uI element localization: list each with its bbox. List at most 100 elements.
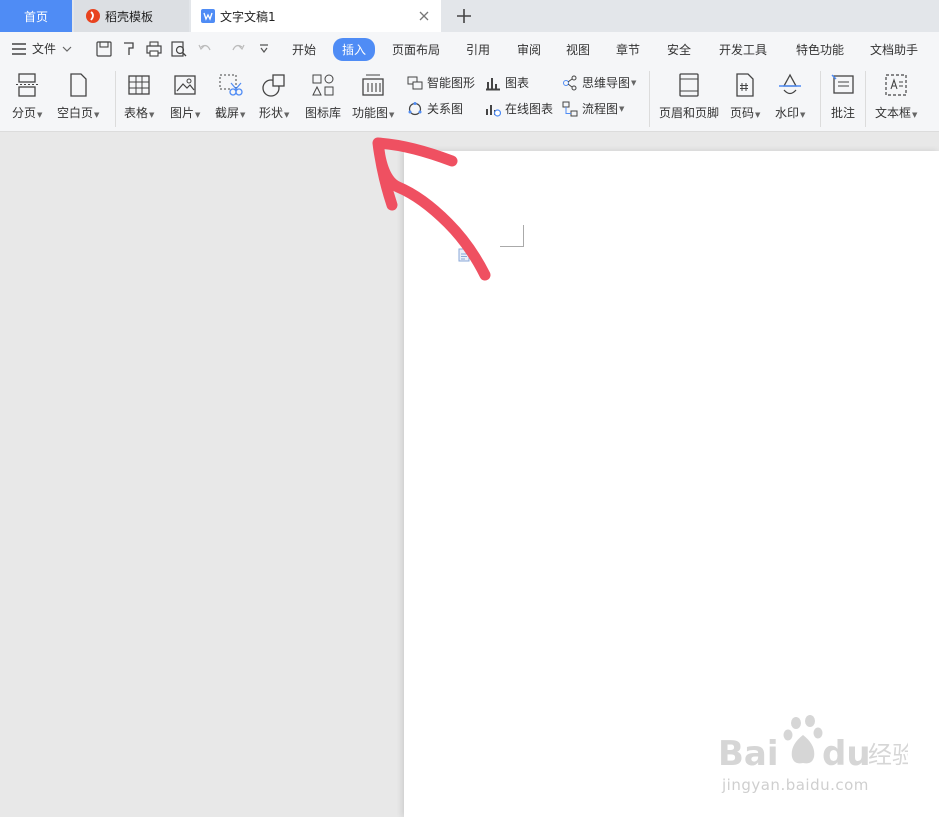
close-icon[interactable]	[417, 9, 431, 23]
smart-art-button[interactable]: 智能图形	[407, 74, 475, 91]
flowchart-label: 流程图	[582, 102, 619, 116]
tab-document[interactable]: 文字文稿1	[191, 0, 441, 32]
flowchart-icon	[562, 101, 578, 116]
menu-start[interactable]: 开始	[292, 41, 316, 58]
tab-daoke-label: 稻壳模板	[105, 9, 154, 24]
comment-label: 批注	[830, 106, 855, 120]
smart-art-label: 智能图形	[427, 76, 476, 90]
svg-text:du: du	[822, 734, 871, 774]
new-tab-plus-icon[interactable]	[453, 5, 475, 27]
online-chart-button[interactable]: 在线图表	[485, 100, 553, 117]
relationship-chart-label: 关系图	[427, 102, 464, 116]
file-menu[interactable]: 文件	[12, 40, 72, 57]
picture-label: 图片	[170, 106, 195, 120]
chevron-down-icon	[62, 46, 72, 52]
blank-page-icon	[70, 73, 87, 97]
print-icon[interactable]	[145, 40, 163, 58]
comment-button[interactable]: 批注	[830, 72, 856, 121]
page-break-icon	[16, 73, 39, 97]
menu-insert[interactable]: 插入	[333, 38, 376, 61]
blank-page-button[interactable]: 空白页▼	[57, 72, 99, 121]
header-footer-label: 页眉和页脚	[659, 106, 720, 120]
ribbon-divider	[820, 71, 821, 127]
bar-chart-icon	[486, 77, 500, 90]
menu-doc-assistant[interactable]: 文档助手	[870, 41, 918, 58]
shapes-label: 形状	[259, 106, 284, 120]
icon-library-button[interactable]: 图标库	[305, 72, 341, 121]
picture-button[interactable]: 图片▼	[170, 72, 200, 121]
watermark-label: 水印	[775, 106, 800, 120]
hamburger-icon	[12, 42, 26, 55]
menu-references[interactable]: 引用	[466, 41, 490, 58]
text-box-button[interactable]: 文本框▼	[875, 72, 917, 121]
format-painter-icon[interactable]	[120, 40, 138, 58]
function-chart-icon	[362, 74, 384, 96]
file-menu-label: 文件	[32, 42, 57, 56]
shapes-button[interactable]: 形状▼	[259, 72, 289, 121]
chart-button[interactable]: 图表	[485, 74, 529, 91]
menu-bar: 文件 开始 插入 页面布局 引用 审阅 视图 章节 安全 开发工具 特色功能 文…	[0, 32, 939, 67]
mind-map-button[interactable]: 思维导图 ▼	[562, 74, 636, 91]
header-footer-icon	[679, 73, 699, 97]
tab-home[interactable]: 首页	[0, 0, 72, 32]
margin-corner-mark	[500, 225, 524, 247]
menu-review[interactable]: 审阅	[517, 41, 541, 58]
tab-home-label: 首页	[23, 9, 48, 24]
shapes-icon	[262, 74, 285, 97]
undo-icon[interactable]	[196, 40, 214, 58]
screenshot-button[interactable]: 截屏▼	[215, 72, 245, 121]
tab-bar: 首页 稻壳模板 文字文稿1	[0, 0, 939, 32]
ribbon-divider	[865, 71, 866, 127]
function-chart-button[interactable]: 功能图▼	[352, 72, 394, 121]
screenshot-label: 截屏	[215, 106, 240, 120]
screenshot-scissors-icon	[219, 74, 243, 96]
mind-map-label: 思维导图	[582, 76, 631, 90]
svg-text:经验: 经验	[868, 741, 908, 769]
watermark-button[interactable]: 水印▼	[775, 72, 805, 121]
page-number-label: 页码	[730, 106, 755, 120]
page-number-button[interactable]: 页码▼	[730, 72, 760, 121]
tab-document-label: 文字文稿1	[220, 9, 276, 24]
flowchart-button[interactable]: 流程图 ▼	[562, 100, 624, 117]
tab-daoke-templates[interactable]: 稻壳模板	[74, 0, 189, 32]
smart-art-icon	[407, 76, 423, 89]
menu-developer-tools[interactable]: 开发工具	[719, 41, 767, 58]
menu-special-features[interactable]: 特色功能	[796, 41, 844, 58]
menu-security[interactable]: 安全	[667, 41, 691, 58]
comment-icon	[831, 74, 854, 94]
chart-label: 图表	[505, 76, 530, 90]
svg-text:Bai: Bai	[718, 734, 779, 774]
page-break-button[interactable]: 分页▼	[12, 72, 42, 121]
ribbon-divider	[649, 71, 650, 127]
page-break-label: 分页	[12, 106, 37, 120]
relationship-chart-icon	[408, 101, 422, 115]
text-box-label: 文本框	[875, 106, 912, 120]
text-box-icon	[885, 74, 907, 96]
redo-icon[interactable]	[229, 40, 247, 58]
watermark-icon	[779, 73, 802, 95]
icon-library-label: 图标库	[305, 106, 342, 120]
print-preview-icon[interactable]	[170, 40, 188, 58]
daoke-logo-icon	[86, 9, 100, 23]
menu-view[interactable]: 视图	[566, 41, 590, 58]
table-button[interactable]: 表格▼	[124, 72, 154, 121]
insert-ribbon: 分页▼ 空白页▼ 表格▼ 图片▼ 截屏▼ 形状▼ 图标库 功能图▼ 智能图形 图…	[0, 67, 939, 132]
header-footer-button[interactable]: 页眉和页脚	[659, 72, 719, 121]
relationship-chart-button[interactable]: 关系图	[407, 100, 463, 117]
customize-toolbar-icon[interactable]	[255, 40, 273, 58]
watermark-url: jingyan.baidu.com	[722, 776, 869, 794]
online-chart-label: 在线图表	[505, 102, 554, 116]
ribbon-divider	[115, 71, 116, 127]
picture-icon	[174, 75, 196, 95]
menu-section[interactable]: 章节	[616, 41, 640, 58]
online-chart-icon	[486, 104, 501, 117]
writer-doc-icon	[201, 9, 215, 23]
table-label: 表格	[124, 106, 149, 120]
save-icon[interactable]	[95, 40, 113, 58]
icon-library-icon	[312, 74, 334, 96]
mind-map-icon	[563, 75, 577, 90]
menu-page-layout[interactable]: 页面布局	[392, 41, 440, 58]
page-number-icon	[736, 73, 754, 97]
function-chart-label: 功能图	[352, 106, 389, 120]
annotation-arrow	[372, 137, 491, 281]
